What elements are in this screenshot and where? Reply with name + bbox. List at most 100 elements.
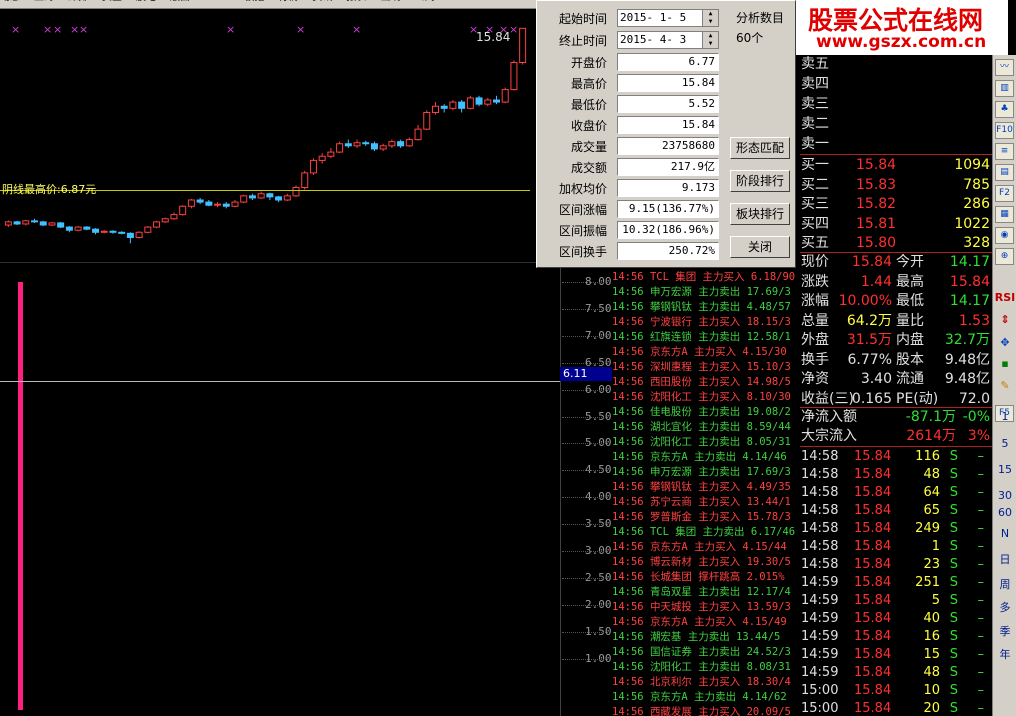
ticker-stock-name: 中天城投: [649, 601, 699, 613]
book-icon[interactable]: ▤: [995, 164, 1014, 181]
ticker-row[interactable]: 14:56 沈阳化工 主力卖出 8.08/31: [612, 660, 800, 675]
tick-side: S: [949, 701, 958, 716]
ticker-value: 4.15/30: [742, 346, 787, 358]
period-button[interactable]: 多: [993, 599, 1016, 615]
period-button[interactable]: 年: [993, 646, 1016, 662]
ticker-row[interactable]: 14:56 湖北宜化 主力卖出 8.59/44: [612, 420, 800, 435]
stage-rank-button[interactable]: 阶段排行: [730, 170, 790, 192]
tick-dash: –: [977, 467, 985, 482]
ticker-row[interactable]: 14:56 潮宏基 主力卖出 13.44/5: [612, 630, 800, 645]
ticker-time: 14:56: [612, 436, 650, 448]
pattern-match-button[interactable]: 形态匹配: [730, 137, 790, 159]
start-time-input[interactable]: 2015- 1- 5 ▲ ▼: [617, 9, 719, 27]
ticker-row[interactable]: 14:56 国信证券 主力卖出 24.52/3: [612, 645, 800, 660]
tick-row: 14:58 15.84 1 S –: [800, 537, 992, 556]
tick-time: 15:00: [801, 701, 839, 716]
ticker-row[interactable]: 14:56 沈阳化工 主力买入 8.10/30: [612, 390, 800, 405]
ticker-row[interactable]: 14:56 京东方A 主力卖出 4.14/46: [612, 450, 800, 465]
ticker-row[interactable]: 14:56 北京利尔 主力买入 18.30/4: [612, 675, 800, 690]
rsi-icon[interactable]: RSI: [993, 291, 1016, 304]
tree-icon[interactable]: ♣: [995, 101, 1014, 118]
ticker-row[interactable]: 14:56 罗普斯金 主力买入 15.78/3: [612, 510, 800, 525]
move-icon[interactable]: ✥: [993, 336, 1016, 349]
ticker-row[interactable]: 14:56 佳电股份 主力卖出 19.08/2: [612, 405, 800, 420]
tick-dash: –: [977, 449, 985, 464]
ticker-row[interactable]: 14:56 西藏发展 主力买入 20.09/5: [612, 705, 800, 716]
ticker-action: 主力卖出: [694, 451, 743, 463]
bid-row: 买二 15.83 785: [800, 176, 992, 195]
candle-body: [4, 221, 12, 226]
market-ticker-list[interactable]: 14:56 TCL 集团 主力买入 6.18/90 14:56 申万宏源 主力卖出…: [612, 270, 800, 716]
sector-rank-button[interactable]: 板块排行: [730, 203, 790, 225]
ticker-row[interactable]: 14:56 TCL 集团 主力卖出 6.17/46: [612, 525, 800, 540]
ticker-action: 主力卖出: [702, 526, 751, 538]
period-button[interactable]: 15: [993, 463, 1016, 476]
candle-body: [74, 226, 82, 231]
ticker-row[interactable]: 14:56 京东方A 主力卖出 4.14/62: [612, 690, 800, 705]
list-icon[interactable]: ≡: [995, 143, 1014, 160]
ticker-row[interactable]: 14:56 京东方A 主力买入 4.15/44: [612, 540, 800, 555]
close-button[interactable]: 关闭: [730, 236, 790, 258]
kline-chart[interactable]: [0, 10, 536, 262]
ticker-row[interactable]: 14:56 中天城投 主力买入 13.59/3: [612, 600, 800, 615]
ticker-row[interactable]: 14:56 京东方A 主力买入 4.15/30: [612, 345, 800, 360]
period-button[interactable]: N: [993, 527, 1016, 540]
period-button[interactable]: 季: [993, 623, 1016, 639]
ticker-action: 主力卖出: [698, 466, 747, 478]
tick-row: 14:58 15.84 23 S –: [800, 555, 992, 574]
ticker-time: 14:56: [612, 301, 650, 313]
ticker-row[interactable]: 14:56 攀钢钒钛 主力买入 4.49/35: [612, 480, 800, 495]
ticker-row[interactable]: 14:56 攀钢钒钛 主力卖出 4.48/57: [612, 300, 800, 315]
updown-icon[interactable]: ⇕: [993, 313, 1016, 326]
ticker-row[interactable]: 14:56 青岛双星 主力卖出 12.17/4: [612, 585, 800, 600]
period-button[interactable]: 日: [993, 551, 1016, 567]
volume-bar: [18, 282, 23, 710]
ticker-value: 24.52/3: [746, 646, 791, 658]
candle-icon[interactable]: ▥: [995, 80, 1014, 97]
ticker-row[interactable]: 14:56 沈阳化工 主力卖出 8.05/31: [612, 435, 800, 450]
ticker-row[interactable]: 14:56 TCL 集团 主力买入 6.18/90: [612, 270, 800, 285]
tick-row: 14:59 15.84 5 S –: [800, 591, 992, 610]
ticker-row[interactable]: 14:56 红旗连锁 主力卖出 12.58/1: [612, 330, 800, 345]
ticker-action: 主力买入: [698, 361, 747, 373]
ticker-row[interactable]: 14:56 苏宁云商 主力买入 13.44/1: [612, 495, 800, 510]
tick-row: 14:59 15.84 15 S –: [800, 645, 992, 664]
axis-gridline: [562, 631, 610, 633]
tick-time: 14:58: [801, 449, 839, 464]
ticker-row[interactable]: 14:56 长城集团 撑杆跳高 2.015%: [612, 570, 800, 585]
period-button[interactable]: 5: [993, 437, 1016, 450]
ticker-stock-name: 攀钢钒钛: [649, 301, 699, 313]
stat-field-value: 10.32(186.96%): [617, 221, 719, 239]
end-time-input[interactable]: 2015- 4- 3 ▲ ▼: [617, 31, 719, 49]
ticker-time: 14:56: [612, 541, 650, 553]
period-button[interactable]: 周: [993, 576, 1016, 592]
f2-icon[interactable]: F2: [995, 185, 1014, 202]
grid-icon[interactable]: ▦: [995, 206, 1014, 223]
ticker-row[interactable]: 14:56 申万宏源 主力卖出 17.69/3: [612, 465, 800, 480]
ticker-row[interactable]: 14:56 宁波银行 主力买入 18.15/3: [612, 315, 800, 330]
spin-icon[interactable]: ▲ ▼: [702, 32, 718, 48]
camera-icon[interactable]: ◉: [995, 227, 1014, 244]
spin-icon[interactable]: ▲ ▼: [702, 10, 718, 26]
ticker-row[interactable]: 14:56 博云新材 主力买入 19.30/5: [612, 555, 800, 570]
magnify-icon[interactable]: ⊕: [995, 248, 1014, 265]
ticker-row[interactable]: 14:56 西田股份 主力买入 14.98/5: [612, 375, 800, 390]
ticker-time: 14:56: [612, 676, 650, 688]
ticker-stock-name: 申万宏源: [649, 286, 699, 298]
dot-icon[interactable]: ▪: [993, 357, 1016, 370]
tick-volume: 48: [923, 665, 940, 680]
ticker-row[interactable]: 14:56 深圳惠程 主力买入 15.10/3: [612, 360, 800, 375]
period-button[interactable]: 1: [993, 410, 1016, 423]
ticker-row[interactable]: 14:56 京东方A 主力买入 4.15/49: [612, 615, 800, 630]
chart-line-icon[interactable]: 〰: [995, 59, 1014, 76]
stat-row: 收益(三) 0.165 PE(动) 72.0: [800, 390, 992, 409]
ticker-value: 12.17/4: [746, 586, 791, 598]
pen-icon[interactable]: ✎: [993, 379, 1016, 392]
ticker-row[interactable]: 14:56 申万宏源 主力卖出 17.69/3: [612, 285, 800, 300]
ticker-action: 主力买入: [698, 316, 747, 328]
candle-body: [161, 218, 169, 223]
bid-price: 15.81: [856, 215, 897, 232]
period-button[interactable]: 30: [993, 489, 1016, 502]
period-button[interactable]: 60: [993, 506, 1016, 519]
f10-icon[interactable]: F10: [995, 122, 1014, 139]
